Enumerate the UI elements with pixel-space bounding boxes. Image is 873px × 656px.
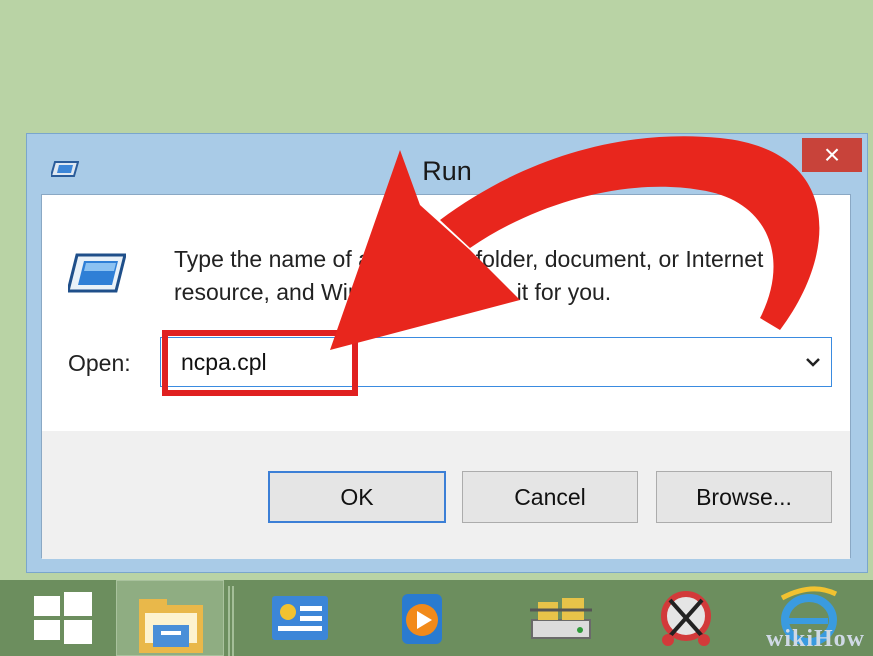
taskbar-divider xyxy=(228,580,234,656)
start-windows-icon[interactable] xyxy=(28,580,98,656)
browse-button[interactable]: Browse... xyxy=(656,471,832,523)
taskbar xyxy=(0,580,873,656)
snipping-tool-icon[interactable] xyxy=(654,580,718,656)
open-label: Open: xyxy=(68,350,131,376)
file-explorer-button[interactable] xyxy=(116,580,224,656)
network-connections-icon[interactable] xyxy=(526,580,596,656)
control-panel-icon[interactable] xyxy=(268,580,332,656)
ok-button[interactable]: OK xyxy=(268,471,446,523)
dialog-title: Run xyxy=(422,156,472,186)
title-bar[interactable]: Run × xyxy=(27,134,867,194)
chevron-down-icon[interactable] xyxy=(803,352,823,372)
run-description: Type the name of a program, folder, docu… xyxy=(174,246,764,305)
cancel-button[interactable]: Cancel xyxy=(462,471,638,523)
close-button[interactable]: × xyxy=(802,138,862,172)
media-player-icon[interactable] xyxy=(398,580,452,656)
file-explorer-icon xyxy=(139,599,203,653)
run-dialog: Run × Type the name of a program, folder… xyxy=(26,133,868,573)
input-highlight-box xyxy=(162,330,358,396)
watermark: wikiHow xyxy=(766,626,866,652)
run-app-icon xyxy=(68,253,126,293)
